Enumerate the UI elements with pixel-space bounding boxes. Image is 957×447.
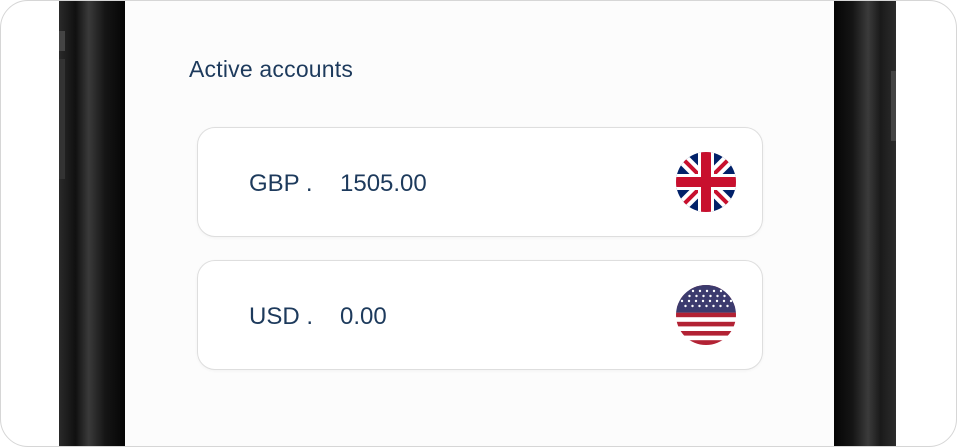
phone-bezel-left	[59, 1, 125, 446]
account-balance: 0.00	[340, 303, 387, 330]
phone-volume-buttons	[59, 59, 65, 179]
app-frame: Active accounts GBP . 1505.00 USD . 0.00	[0, 0, 957, 447]
account-balance: 1505.00	[340, 170, 427, 197]
uk-flag-icon	[676, 152, 736, 212]
us-flag-icon	[676, 285, 736, 345]
account-card-usd[interactable]: USD . 0.00	[197, 260, 763, 370]
phone-bezel-right	[834, 1, 896, 446]
account-card-gbp[interactable]: GBP . 1505.00	[197, 127, 763, 237]
phone-mute-switch	[59, 31, 65, 51]
account-currency-code: USD .	[249, 303, 314, 330]
account-currency-code: GBP .	[249, 170, 313, 197]
phone-power-button	[891, 71, 896, 141]
active-accounts-title: Active accounts	[189, 56, 354, 82]
